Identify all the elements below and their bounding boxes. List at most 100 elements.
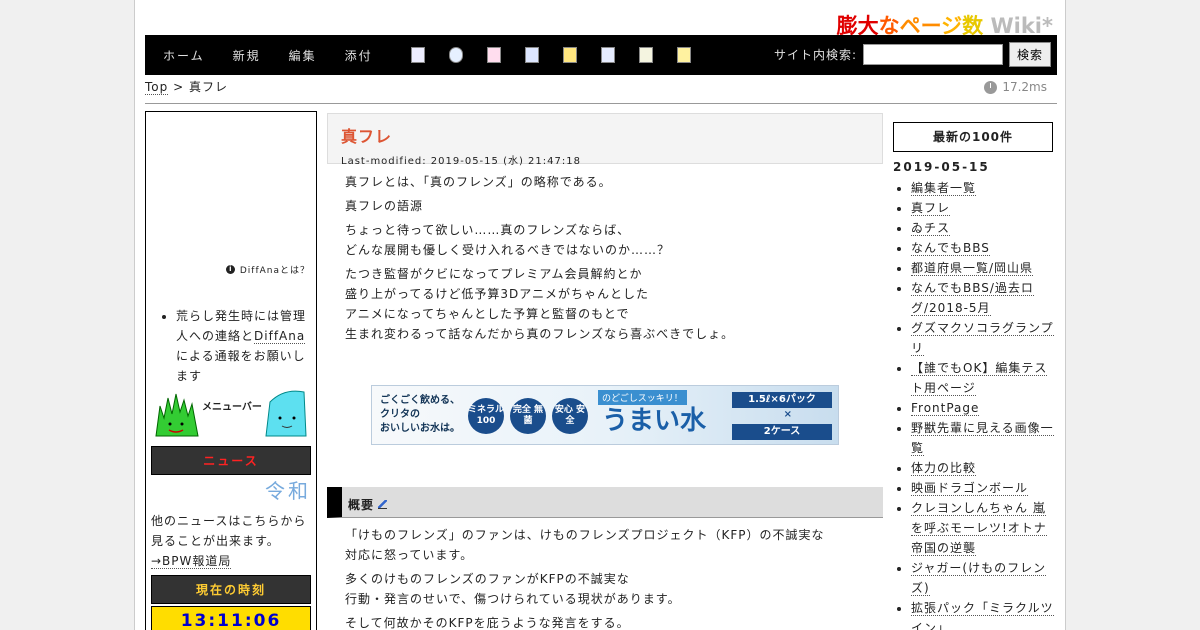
news-more: 他のニュースはこちらから見ることが出来ます。 →BPW報道局 <box>146 501 316 571</box>
breadcrumb-separator: > <box>173 80 185 94</box>
nav-attach[interactable]: 添付 <box>345 47 373 64</box>
paragraph-line: どんな展開も優しく受け入れるべきではないのか……？ <box>345 243 671 257</box>
search-button[interactable]: 検索 <box>1008 42 1051 67</box>
recent-item: 編集者一覧 <box>911 178 1057 198</box>
list-icon[interactable] <box>638 47 653 63</box>
new-page-icon[interactable] <box>410 47 425 63</box>
banner-badge-safe: 安心 安全 <box>552 398 588 434</box>
breadcrumb: Top > 真フレ <box>145 78 228 95</box>
paragraph-line: 盛り上がってるけど低予算3Dアニメがちゃんとした <box>345 287 650 301</box>
current-time-display: 13:11:06 <box>151 606 311 630</box>
paragraph-line: ちょっと待って欲しい……真のフレンズならば、 <box>345 223 631 237</box>
recent-item-link[interactable]: 都道府県一覧/岡山県 <box>911 261 1034 276</box>
nav-new[interactable]: 新規 <box>233 47 261 64</box>
news-header: ニュース <box>151 446 311 475</box>
recent-item: なんでもBBS/過去ログ/2018-5月 <box>911 278 1057 318</box>
body-text: 真フレとは、「真のフレンズ」の略称である。 真フレの語源 ちょっと待って欲しい…… <box>327 164 883 344</box>
diffana-link[interactable]: DiffAna <box>254 329 306 344</box>
recent-item: 野獣先輩に見える画像一覧 <box>911 418 1057 458</box>
ad-space: i DiffAnaとは？ <box>146 112 316 280</box>
recent-item: 映画ドラゴンボール <box>911 478 1057 498</box>
breadcrumb-current: 真フレ <box>188 80 228 94</box>
recent-item: ジャガー(けものフレンズ) <box>911 558 1057 598</box>
recent-item-link[interactable]: 野獣先輩に見える画像一覧 <box>911 421 1054 456</box>
recent-changes-header[interactable]: 最新の100件 <box>893 122 1053 152</box>
recent-item: なんでもBBS <box>911 238 1057 258</box>
help-icon[interactable] <box>676 47 691 63</box>
paragraph: たつき監督がクビになってプレミアム会員解約とか 盛り上がってるけど低予算3Dアニメ… <box>345 264 865 344</box>
notice-text-suffix: による通報をお願いします <box>176 349 306 383</box>
notice-list: 荒らし発生時には管理人への連絡とDiffAnaによる通報をお願いします <box>146 306 316 386</box>
section-text: 「けものフレンズ」のファンは、けものフレンズプロジェクト（KFP）の不誠実な 対応… <box>327 525 883 630</box>
paragraph-line: 対応に怒っています。 <box>345 548 474 562</box>
recent-item-link[interactable]: なんでもBBS/過去ログ/2018-5月 <box>911 281 1034 316</box>
banner-times: × <box>783 409 792 420</box>
recent-item-link[interactable]: ゐチス <box>911 221 951 236</box>
paragraph: 真フレとは、「真のフレンズ」の略称である。 <box>345 175 612 189</box>
banner-case: 2ケース <box>732 424 832 440</box>
left-sidebar: i DiffAnaとは？ 荒らし発生時には管理人への連絡とDiffAnaによる通… <box>145 111 317 630</box>
lock-icon[interactable] <box>562 47 577 63</box>
paragraph-line: 「けものフレンズ」のファンは、けものフレンズプロジェクト（KFP）の不誠実な <box>345 528 825 542</box>
news-ticker[interactable]: 令和 <box>151 475 311 501</box>
diffana-info-link[interactable]: i DiffAnaとは？ <box>225 263 310 276</box>
recent-item-link[interactable]: 【誰でもOK】編集テスト用ページ <box>911 361 1048 396</box>
recent-item-link[interactable]: ジャガー(けものフレンズ) <box>911 561 1047 596</box>
banner-pack: 1.5ℓ×6パック <box>732 392 832 408</box>
menu-banner-art <box>155 390 307 437</box>
search-input[interactable] <box>862 44 1003 65</box>
recent-item-link[interactable]: 映画ドラゴンボール <box>911 481 1029 496</box>
search-area: サイト内検索: 検索 <box>774 42 1051 67</box>
bpw-news-link[interactable]: →BPW報道局 <box>151 554 232 569</box>
recent-item-link[interactable]: 編集者一覧 <box>911 181 977 196</box>
recent-item: クレヨンしんちゃん 嵐を呼ぶモーレツ!オトナ帝国の逆襲 <box>911 498 1057 558</box>
banner-badge-mineral: ミネラル 100 <box>468 398 504 434</box>
menu-bar-banner[interactable]: メニューバー <box>154 388 309 440</box>
news-more-text: 他のニュースはこちらから見ることが出来ます。 <box>151 514 307 548</box>
paragraph-line: アニメになってちゃんとした予算と監督のもとで <box>345 307 630 321</box>
breadcrumb-top-link[interactable]: Top <box>145 80 169 95</box>
recent-list: 編集者一覧真フレゐチスなんでもBBS 都道府県一覧/岡山県なんでもBBS/過去ログ… <box>893 178 1057 630</box>
notice-item: 荒らし発生時には管理人への連絡とDiffAnaによる通報をお願いします <box>176 306 308 386</box>
divider <box>145 103 1057 104</box>
recent-item-link[interactable]: 体力の比較 <box>911 461 977 476</box>
recent-item-link[interactable]: FrontPage <box>911 401 980 416</box>
page-header: 真フレ Last-modified: 2019-05-15 (水) 21:47:… <box>327 113 883 167</box>
recent-item-link[interactable]: 拡張パック「ミラクルツイン」 <box>911 601 1054 630</box>
recent-item: ゐチス <box>911 218 1057 238</box>
timing-value: 17.2ms <box>1002 80 1047 94</box>
render-timing: 17.2ms <box>984 80 1047 94</box>
recent-item: 都道府県一覧/岡山県 <box>911 258 1057 278</box>
info-icon: i <box>225 265 235 274</box>
edit-pencil-icon[interactable] <box>378 500 388 509</box>
menu-banner-text: メニューバー <box>202 402 262 413</box>
recent-item-link[interactable]: 真フレ <box>911 201 951 216</box>
nav-edit[interactable]: 編集 <box>289 47 317 64</box>
paragraph-line: 行動・発言のせいで、傷つけられている現状があります。 <box>345 592 681 606</box>
diffana-label: DiffAnaとは？ <box>239 266 310 276</box>
copy-icon[interactable] <box>600 47 615 63</box>
recent-item-link[interactable]: なんでもBBS <box>911 241 990 256</box>
water-ad-banner[interactable]: ごくごく飲める、 クリタの おいしいお水は。 ミネラル 100 完全 無菌 安心… <box>371 385 839 445</box>
current-time-header: 現在の時刻 <box>151 575 311 604</box>
paragraph-line: 多くのけものフレンズのファンがKFPの不誠実な <box>345 572 630 586</box>
paragraph: 多くのけものフレンズのファンがKFPの不誠実な行動・発言のせいで、傷つけられてい… <box>345 569 865 609</box>
recent-item-link[interactable]: グズマクソコラグランプリ <box>911 321 1054 356</box>
delete-icon[interactable] <box>486 47 501 63</box>
nav-icon-group <box>410 47 715 63</box>
refresh-icon[interactable] <box>448 47 463 63</box>
recent-item: 【誰でもOK】編集テスト用ページ <box>911 358 1057 398</box>
save-icon[interactable] <box>524 47 539 63</box>
section-title: 概要 <box>348 498 375 512</box>
main-content: 真フレ Last-modified: 2019-05-15 (水) 21:47:… <box>327 113 883 630</box>
recent-item-link[interactable]: クレヨンしんちゃん 嵐を呼ぶモーレツ!オトナ帝国の逆襲 <box>911 501 1047 556</box>
paragraph: 「けものフレンズ」のファンは、けものフレンズプロジェクト（KFP）の不誠実な 対応… <box>345 525 865 565</box>
recent-item: グズマクソコラグランプリ <box>911 318 1057 358</box>
paragraph: そして何故かそのKFPを庇うような発言をする。 <box>345 616 630 630</box>
banner-product-name: うまい水 <box>602 406 707 436</box>
nav-home[interactable]: ホーム <box>163 47 205 64</box>
recent-item: 体力の比較 <box>911 458 1057 478</box>
banner-line: クリタの <box>380 409 420 420</box>
recent-item: FrontPage <box>911 398 1057 418</box>
banner-line: おいしいお水は。 <box>380 423 460 434</box>
